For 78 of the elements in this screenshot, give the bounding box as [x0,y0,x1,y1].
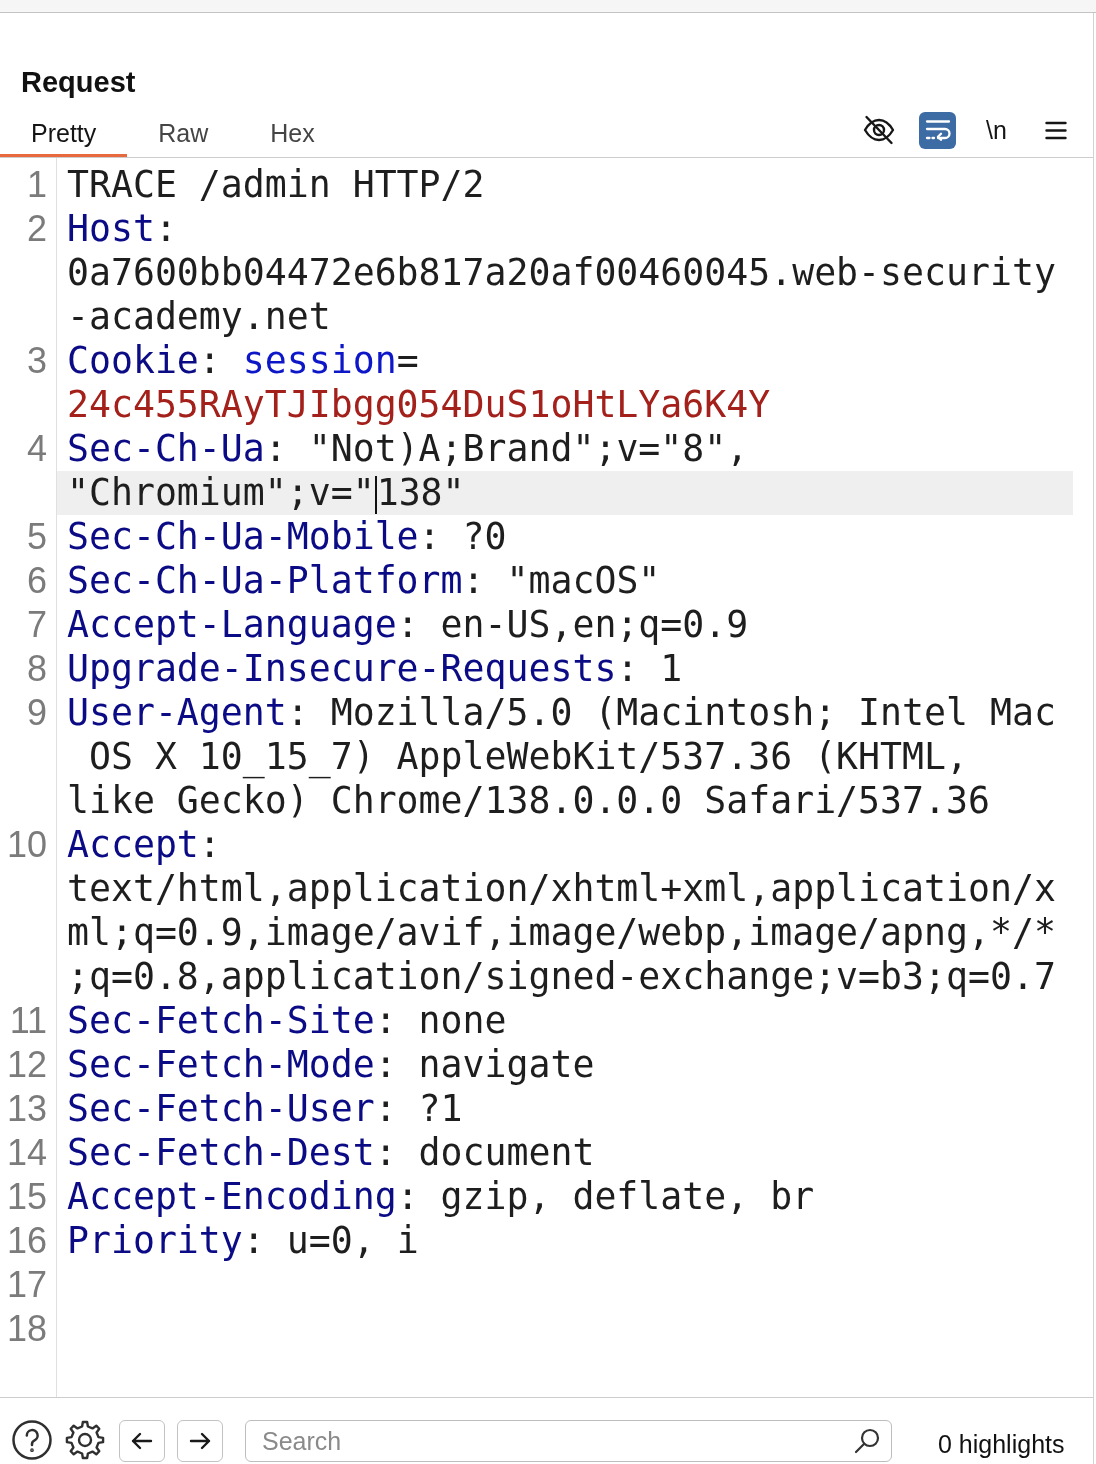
code-text: = [396,339,419,382]
code-text: : navigate [374,1043,595,1086]
help-icon[interactable] [12,1420,52,1460]
code-text: : 1 [616,647,683,690]
menu-icon [1044,120,1067,140]
header-name: Sec-Ch-Ua-Mobile [67,515,419,558]
header-name: Sec-Ch-Ua [67,427,265,470]
settings-icon[interactable] [65,1420,105,1460]
code-text: 138" [376,471,465,514]
line-number: 9 [26,692,47,733]
search-field[interactable]: Search [245,1420,892,1462]
code-text: : en-US,en;q=0.9 [396,603,749,646]
header-name: Sec-Ch-Ua-Platform [67,559,463,602]
header-name: Priority [67,1219,243,1262]
line-number: 5 [26,516,47,557]
line-number: 14 [6,1132,47,1173]
code-text: ;q=0.8,application/signed-exchange;v=b3;q=0.7 [67,955,1056,998]
line-number: 13 [6,1088,47,1129]
line-number: 11 [9,1000,47,1041]
header-name: User-Agent [67,691,287,734]
cookie-name: session [242,339,397,382]
header-name: Sec-Fetch-Dest [67,1131,375,1174]
view-tab[interactable]: Pretty [0,99,128,157]
line-number: 10 [6,824,47,865]
eye-crossed-icon [862,115,895,145]
panel-title: Request [21,65,136,99]
code-text: : "macOS" [462,559,661,602]
code-text: : [198,339,222,382]
search-icon [854,1428,880,1454]
code-text: like Gecko) Chrome/138.0.0.0 Safari/537.36 [67,779,990,822]
code-text: : gzip, deflate, br [396,1175,815,1218]
code-text: 0a7600bb04472e6b817a20af00460045.web-security [67,251,1056,294]
code-text: : u=0, i [242,1219,419,1262]
header-name: Sec-Fetch-User [67,1087,375,1130]
back-button[interactable] [119,1420,165,1462]
line-number: 7 [26,604,47,645]
line-number: 1 [26,164,47,205]
wrap-lines-icon [924,119,951,141]
line-number: 16 [6,1220,47,1261]
code-text: : [198,823,221,866]
line-number: 18 [6,1308,47,1349]
header-name: Sec-Fetch-Site [67,999,375,1042]
code-text: : ?0 [418,515,507,558]
code-text: : [154,207,177,250]
header-name: Cookie [67,339,199,382]
line-number: 6 [26,560,47,601]
header-name: Accept-Encoding [67,1175,397,1218]
header-name: Upgrade-Insecure-Requests [67,647,617,690]
code-text: OS X 10_15_7) AppleWebKit/537.36 (KHTML, [87,735,968,778]
code-text: "Chromium";v=" [67,471,375,514]
forward-button[interactable] [177,1420,223,1462]
cookie-value: 24c455RAyTJIbgg054DuS1oHtLYa6K4Y [67,383,771,426]
code-text: text/html,application/xhtml+xml,application/x [67,867,1056,910]
line-number: 3 [26,340,47,381]
code-text: ml;q=0.9,image/avif,image/webp,image/apng,*/* [67,911,1056,954]
line-number: 15 [6,1176,47,1217]
header-name: Accept [67,823,199,866]
view-tab[interactable]: Raw [127,99,240,157]
code-text: : ?1 [374,1087,463,1130]
code-text: : "Not)A;Brand";v="8", [264,427,749,470]
code-text: TRACE /admin HTTP/2 [67,163,485,206]
wrap-toggle[interactable] [919,111,956,149]
header-name: Sec-Fetch-Mode [67,1043,375,1086]
code-text: : none [374,999,507,1042]
view-tab[interactable]: Hex [239,99,346,157]
highlight-count: 0 highlights [938,1429,1065,1459]
header-name: Accept-Language [67,603,397,646]
line-number: 8 [26,648,47,689]
code-text: : Mozilla/5.0 (Macintosh; Intel Mac [286,691,1056,734]
code-text: : document [374,1131,595,1174]
line-number: 2 [26,208,47,249]
header-name: Host [67,207,155,250]
newline-toggle[interactable]: \n [978,111,1015,149]
line-number: 17 [6,1264,47,1305]
line-number: 4 [26,428,47,469]
line-number: 12 [6,1044,47,1085]
code-text: -academy.net [67,295,331,338]
text-cursor [374,476,377,514]
